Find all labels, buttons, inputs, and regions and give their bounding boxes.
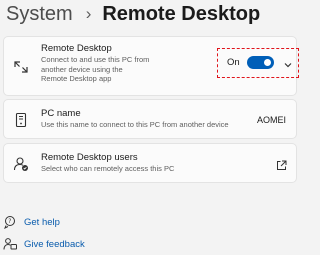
remote-desktop-card: Remote Desktop Connect to and use this P… xyxy=(3,36,299,96)
toggle-state-label: On xyxy=(227,57,240,68)
chevron-down-icon[interactable] xyxy=(283,57,293,68)
remote-desktop-toggle[interactable] xyxy=(247,56,274,69)
get-help-link[interactable]: ? Get help xyxy=(3,214,60,230)
remote-desktop-users-card[interactable]: Remote Desktop users Select who can remo… xyxy=(3,143,297,183)
give-feedback-text[interactable]: Give feedback xyxy=(24,239,85,250)
remote-users-description: Select who can remotely access this PC xyxy=(41,164,175,173)
remote-desktop-title: Remote Desktop xyxy=(41,43,112,54)
breadcrumb-separator: › xyxy=(85,4,92,23)
remote-desktop-icon xyxy=(13,59,29,75)
svg-text:?: ? xyxy=(8,218,11,225)
pc-name-title: PC name xyxy=(41,108,81,119)
page-title: Remote Desktop xyxy=(102,3,261,25)
remote-desktop-toggle-highlight: On xyxy=(217,48,299,78)
pc-name-description: Use this name to connect to this PC from… xyxy=(41,120,229,129)
pc-name-value: AOMEI xyxy=(256,115,286,125)
get-help-text[interactable]: Get help xyxy=(24,217,60,228)
pc-name-icon xyxy=(13,112,29,128)
users-icon xyxy=(13,156,29,172)
open-external-icon[interactable] xyxy=(276,158,287,170)
give-feedback-link[interactable]: Give feedback xyxy=(3,236,85,252)
help-icon: ? xyxy=(3,215,17,229)
remote-users-title: Remote Desktop users xyxy=(41,152,138,163)
remote-desktop-description: Connect to and use this PC from another … xyxy=(41,55,150,83)
feedback-icon xyxy=(3,237,17,251)
breadcrumb: System › Remote Desktop xyxy=(6,0,260,28)
pc-name-card: PC name Use this name to connect to this… xyxy=(3,99,297,139)
breadcrumb-system-link[interactable]: System xyxy=(6,0,73,28)
toggle-knob xyxy=(264,59,271,66)
